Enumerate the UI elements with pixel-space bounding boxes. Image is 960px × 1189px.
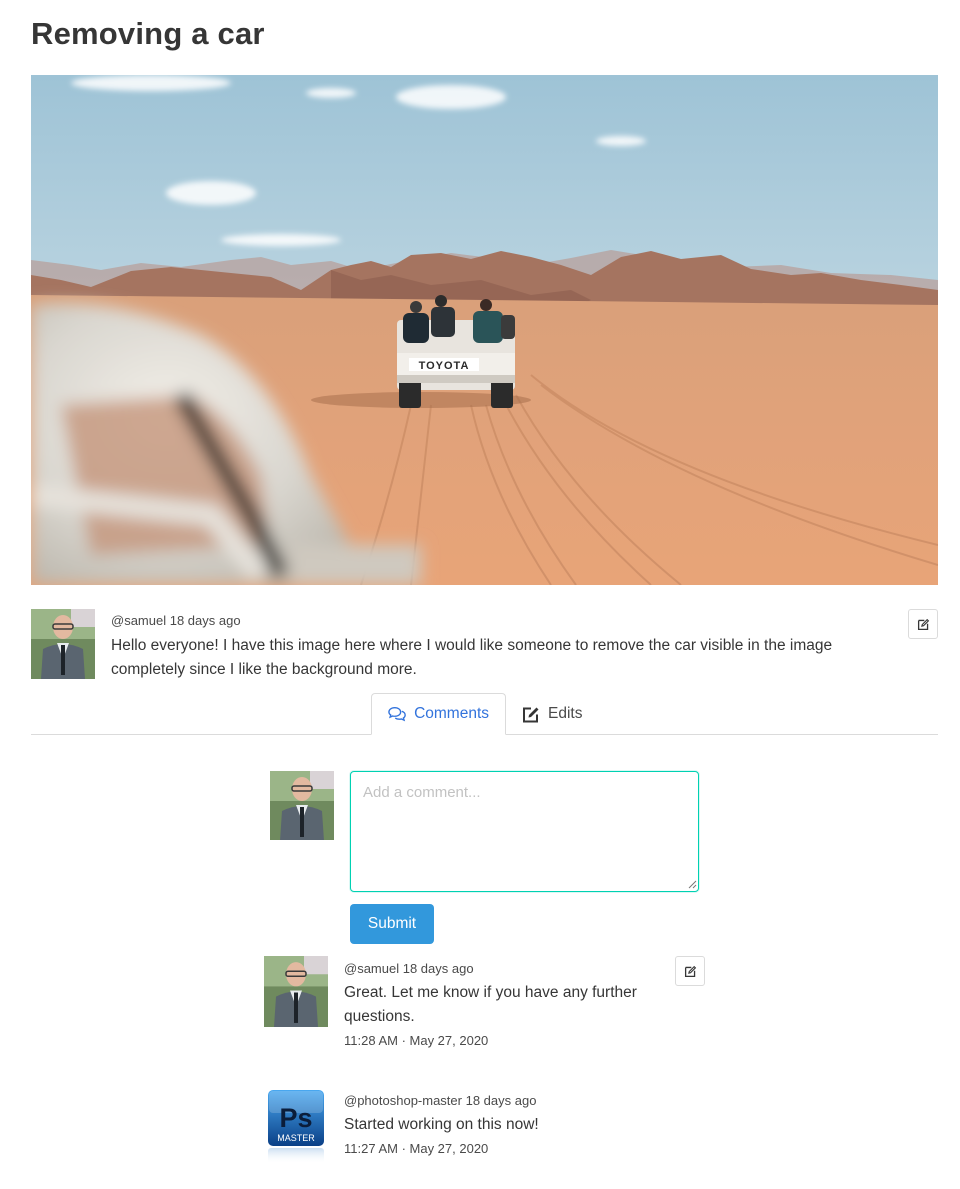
comments-icon: [388, 707, 406, 722]
comment-age: 18 days ago: [402, 961, 474, 976]
edit-icon: [917, 618, 929, 630]
tab-comments[interactable]: Comments: [371, 693, 506, 735]
current-user-avatar[interactable]: [270, 771, 334, 840]
post-age: 18 days ago: [169, 613, 241, 628]
tab-edits[interactable]: Edits: [506, 693, 610, 735]
comment-input[interactable]: [350, 771, 699, 892]
comment-username[interactable]: @samuel: [344, 961, 399, 976]
post-body: Hello everyone! I have this image here w…: [111, 637, 833, 678]
tab-comments-label: Comments: [414, 705, 489, 722]
svg-text:Ps: Ps: [279, 1103, 312, 1133]
svg-text:TOYOTA: TOYOTA: [419, 360, 470, 372]
page-title: Removing a car: [31, 16, 265, 51]
comment-username[interactable]: @photoshop-master: [344, 1093, 462, 1108]
svg-text:MASTER: MASTER: [277, 1133, 315, 1143]
comment-age: 18 days ago: [465, 1093, 537, 1108]
edit-icon: [684, 965, 696, 977]
comment-timestamp: 11:27 AM · May 27, 2020: [344, 1141, 489, 1156]
tab-edits-label: Edits: [548, 705, 583, 722]
author-avatar[interactable]: [31, 609, 95, 679]
comment-body: Great. Let me know if you have any furth…: [344, 984, 637, 1025]
comment-meta: @samuel 18 days ago: [344, 961, 474, 976]
comment-meta: @photoshop-master 18 days ago: [344, 1093, 536, 1108]
comment-timestamp: 11:28 AM · May 27, 2020: [344, 1033, 489, 1048]
comment-avatar[interactable]: [264, 956, 328, 1027]
edit-square-icon: [523, 707, 539, 722]
post-image: TOYOTA: [31, 75, 938, 585]
submit-button[interactable]: Submit: [350, 904, 434, 944]
edit-comment-button[interactable]: [675, 956, 705, 986]
edit-post-button[interactable]: [908, 609, 938, 639]
post-meta: @samuel 18 days ago: [111, 613, 241, 628]
photoshop-logo-avatar[interactable]: Ps MASTER: [264, 1088, 328, 1166]
post-username[interactable]: @samuel: [111, 613, 166, 628]
comment-body: Started working on this now!: [344, 1116, 539, 1133]
